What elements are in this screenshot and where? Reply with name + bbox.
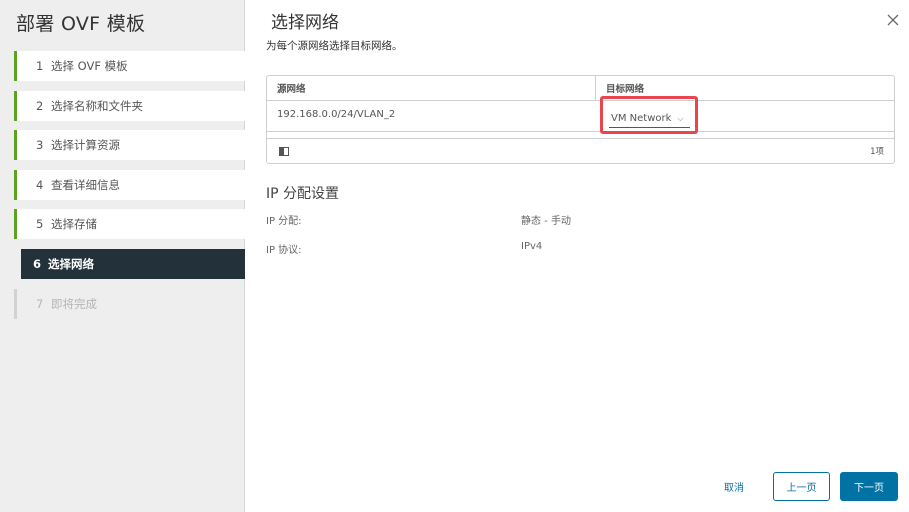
destination-network-select[interactable]: VM Network ⌵ <box>609 110 690 128</box>
step-compute-resource[interactable]: 3 选择计算资源 <box>14 130 245 161</box>
step-label: 选择网络 <box>48 256 94 271</box>
step-label: 选择计算资源 <box>51 138 120 153</box>
column-header-destination[interactable]: 目标网络 <box>596 76 894 100</box>
back-button[interactable]: 上一页 <box>773 472 830 501</box>
destination-network-cell: VM Network ⌵ <box>596 96 894 134</box>
step-label: 查看详细信息 <box>51 177 120 192</box>
cancel-button[interactable]: 取消 <box>713 472 755 501</box>
step-review-details[interactable]: 4 查看详细信息 <box>14 169 245 200</box>
wizard-sidebar: 部署 OVF 模板 1 选择 OVF 模板 2 选择名称和文件夹 3 选择计算资… <box>0 0 245 512</box>
step-label: 选择名称和文件夹 <box>51 98 143 113</box>
step-name-folder[interactable]: 2 选择名称和文件夹 <box>14 90 245 121</box>
chevron-down-icon: ⌵ <box>677 113 684 123</box>
step-number: 5 <box>36 217 44 232</box>
step-ready-to-complete: 7 即将完成 <box>14 288 245 319</box>
step-select-storage[interactable]: 5 选择存储 <box>14 209 245 240</box>
next-button[interactable]: 下一页 <box>840 472 898 501</box>
step-select-network[interactable]: 6 选择网络 <box>21 248 245 279</box>
step-number: 2 <box>36 98 44 113</box>
item-count: 1项 <box>870 147 884 157</box>
destination-network-value: VM Network <box>611 113 672 124</box>
step-label: 即将完成 <box>51 296 97 311</box>
wizard-steps: 1 选择 OVF 模板 2 选择名称和文件夹 3 选择计算资源 4 查看详细信息… <box>14 51 245 328</box>
wizard-title: 部署 OVF 模板 <box>16 13 146 35</box>
source-network-cell: 192.168.0.0/24/VLAN_2 <box>277 109 396 120</box>
column-toggle-icon[interactable] <box>279 146 289 156</box>
network-mapping-grid: 源网络 目标网络 192.168.0.0/24/VLAN_2 VM Networ… <box>266 75 895 164</box>
page-subtitle: 为每个源网络选择目标网络。 <box>266 40 403 52</box>
ip-protocol-label: IP 协议: <box>266 245 302 256</box>
step-number: 3 <box>36 138 44 153</box>
ip-allocation-label: IP 分配: <box>266 216 302 227</box>
close-icon[interactable] <box>885 12 901 28</box>
ip-allocation-value: 静态 - 手动 <box>521 216 571 227</box>
table-row: 192.168.0.0/24/VLAN_2 VM Network ⌵ <box>267 96 894 134</box>
column-header-source[interactable]: 源网络 <box>267 76 596 100</box>
step-select-ovf[interactable]: 1 选择 OVF 模板 <box>14 51 245 81</box>
step-number: 1 <box>36 59 44 73</box>
page-title: 选择网络 <box>271 13 339 33</box>
step-label: 选择 OVF 模板 <box>51 59 128 73</box>
main-panel: 选择网络 为每个源网络选择目标网络。 源网络 目标网络 192.168.0.0/… <box>245 0 909 512</box>
grid-footer: 1项 <box>267 138 894 163</box>
grid-header: 源网络 目标网络 <box>267 76 894 101</box>
step-number: 4 <box>36 177 44 192</box>
step-number: 7 <box>36 296 44 311</box>
step-label: 选择存储 <box>51 217 97 232</box>
step-number: 6 <box>33 256 42 271</box>
ip-settings-title: IP 分配设置 <box>266 186 340 202</box>
ip-protocol-value: IPv4 <box>521 241 543 252</box>
